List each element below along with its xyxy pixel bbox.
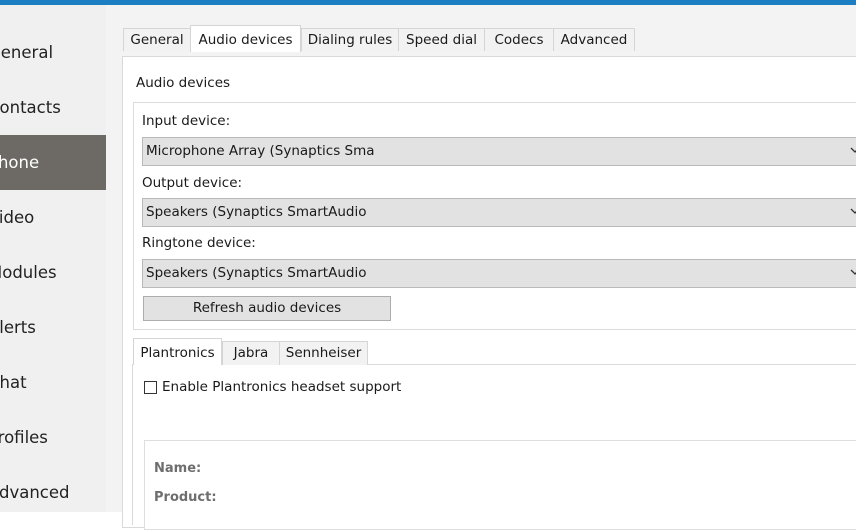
chevron-down-icon	[850, 208, 856, 214]
sidebar-item-phone[interactable]: Phone	[0, 135, 106, 190]
chevron-down-icon	[850, 269, 856, 275]
settings-sidebar: General Contacts Phone Video Modules Ale…	[0, 5, 106, 512]
sidebar-item-modules[interactable]: Modules	[0, 245, 106, 300]
sidebar-item-video[interactable]: Video	[0, 190, 106, 245]
output-device-label: Output device:	[142, 175, 243, 191]
input-device-value: Microphone Array (Synaptics Sma	[146, 143, 375, 159]
ringtone-device-select[interactable]: Speakers (Synaptics SmartAudio	[142, 259, 856, 288]
tab-speed-dial[interactable]: Speed dial	[398, 28, 485, 51]
sidebar-item-general[interactable]: General	[0, 25, 106, 80]
tab-advanced[interactable]: Advanced	[553, 28, 635, 51]
ringtone-device-value: Speakers (Synaptics SmartAudio	[146, 265, 367, 281]
ringtone-device-label: Ringtone device:	[142, 235, 256, 251]
tab-dialing-rules[interactable]: Dialing rules	[301, 28, 399, 51]
vendor-tab-sennheiser[interactable]: Sennheiser	[279, 341, 368, 365]
vendor-tab-jabra[interactable]: Jabra	[222, 341, 280, 365]
tab-audio-devices[interactable]: Audio devices	[190, 25, 301, 52]
sidebar-item-chat[interactable]: Chat	[0, 355, 106, 410]
input-device-select[interactable]: Microphone Array (Synaptics Sma	[142, 137, 856, 166]
sidebar-item-alerts[interactable]: Alerts	[0, 300, 106, 355]
input-device-label: Input device:	[142, 113, 231, 129]
output-device-value: Speakers (Synaptics SmartAudio	[146, 204, 367, 220]
enable-plantronics-checkbox[interactable]	[144, 381, 157, 394]
tab-general[interactable]: General	[123, 28, 191, 51]
sidebar-item-profiles[interactable]: Profiles	[0, 410, 106, 465]
headset-info-box	[144, 440, 856, 530]
chevron-down-icon	[850, 147, 856, 153]
output-device-select[interactable]: Speakers (Synaptics SmartAudio	[142, 198, 856, 227]
vendor-tab-plantronics[interactable]: Plantronics	[133, 338, 222, 365]
tab-codecs[interactable]: Codecs	[484, 28, 554, 51]
audio-devices-section-title: Audio devices	[136, 75, 231, 91]
enable-plantronics-label[interactable]: Enable Plantronics headset support	[162, 379, 401, 395]
headset-product-label: Product:	[154, 490, 217, 505]
refresh-audio-devices-button[interactable]: Refresh audio devices	[143, 296, 391, 321]
headset-name-label: Name:	[154, 461, 202, 476]
sidebar-item-contacts[interactable]: Contacts	[0, 80, 106, 135]
